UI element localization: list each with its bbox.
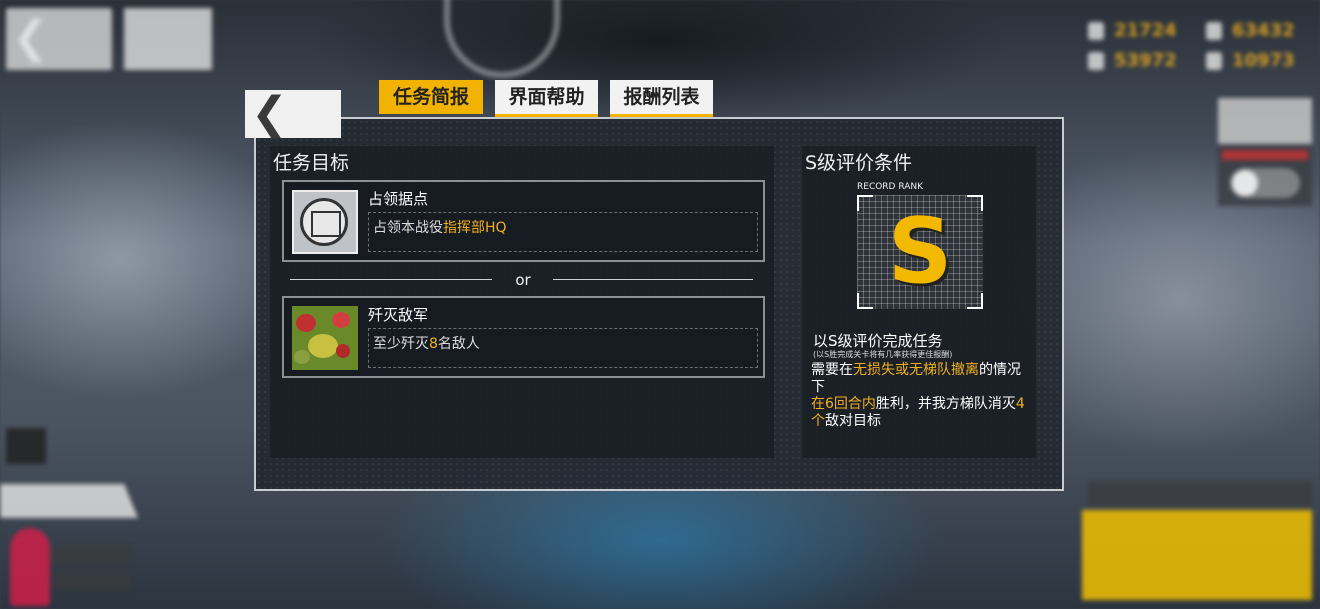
objective-name: 占领据点 bbox=[368, 190, 429, 208]
separator-line-left bbox=[290, 279, 492, 280]
hud-start-info bbox=[1088, 482, 1312, 506]
hud-secondary-button bbox=[124, 8, 212, 70]
hud-left-icon bbox=[6, 428, 46, 464]
rank-letter: S bbox=[887, 199, 953, 304]
tab-label: 任务简报 bbox=[392, 86, 469, 108]
condition-title: 以S级评价完成任务 bbox=[813, 332, 943, 350]
hud-start-battle-button bbox=[1082, 510, 1312, 600]
record-rank-label: RECORD RANK bbox=[857, 182, 924, 192]
separator-line-right bbox=[553, 279, 753, 280]
rank-badge: S bbox=[857, 195, 983, 309]
hud-back-button: ❮ bbox=[6, 8, 112, 70]
tab-mission-briefing[interactable]: 任务简报 bbox=[379, 80, 483, 114]
objective-desc-box: 至少歼灭8名敌人 bbox=[368, 328, 758, 368]
hud-mode-banner bbox=[0, 484, 138, 518]
condition-note: (以S胜完成关卡将有几率获得更佳报酬) bbox=[813, 350, 953, 359]
tab-underline bbox=[610, 114, 713, 117]
objective-annihilate: 歼灭敌军 至少歼灭8名敌人 bbox=[282, 296, 765, 378]
resource-parts: 10973 bbox=[1206, 50, 1295, 71]
condition-body: 需要在无损失或无梯队撤离的情况下 在6回合内胜利，并我方梯队消灭4个敌对目标 bbox=[811, 362, 1025, 429]
objective-name: 歼灭敌军 bbox=[368, 306, 429, 324]
objective-desc-box: 占领本战役指挥部HQ bbox=[368, 212, 758, 252]
tab-interface-help[interactable]: 界面帮助 bbox=[495, 80, 598, 117]
s-rank-title: S级评价条件 bbox=[805, 152, 913, 174]
separator-or: or bbox=[515, 271, 531, 289]
objective-desc: 至少歼灭8名敌人 bbox=[373, 336, 480, 352]
resource-manpower: 21724 bbox=[1088, 20, 1177, 41]
objective-capture-point: 占领据点 占领本战役指挥部HQ bbox=[282, 180, 765, 262]
hud-right-panel bbox=[1218, 98, 1312, 144]
objective-desc: 占领本战役指挥部HQ bbox=[373, 220, 507, 236]
enemy-squad-image bbox=[292, 306, 358, 370]
hud-stat-2 bbox=[54, 572, 130, 590]
hq-icon bbox=[292, 190, 358, 254]
tab-underline bbox=[495, 114, 598, 117]
chevron-left-icon: ❮ bbox=[251, 88, 288, 139]
tab-reward-list[interactable]: 报酬列表 bbox=[610, 80, 713, 117]
hud-red-emblem bbox=[10, 528, 50, 606]
hud-stat-1 bbox=[54, 546, 130, 564]
tab-label: 界面帮助 bbox=[508, 86, 585, 108]
dialog-back-button[interactable]: ❮ bbox=[245, 90, 341, 138]
objectives-title: 任务目标 bbox=[273, 152, 350, 174]
resource-rations: 63432 bbox=[1206, 20, 1295, 41]
hud-auto-toggle bbox=[1218, 146, 1312, 206]
resource-ammo: 53972 bbox=[1088, 50, 1177, 71]
tab-label: 报酬列表 bbox=[623, 86, 700, 108]
